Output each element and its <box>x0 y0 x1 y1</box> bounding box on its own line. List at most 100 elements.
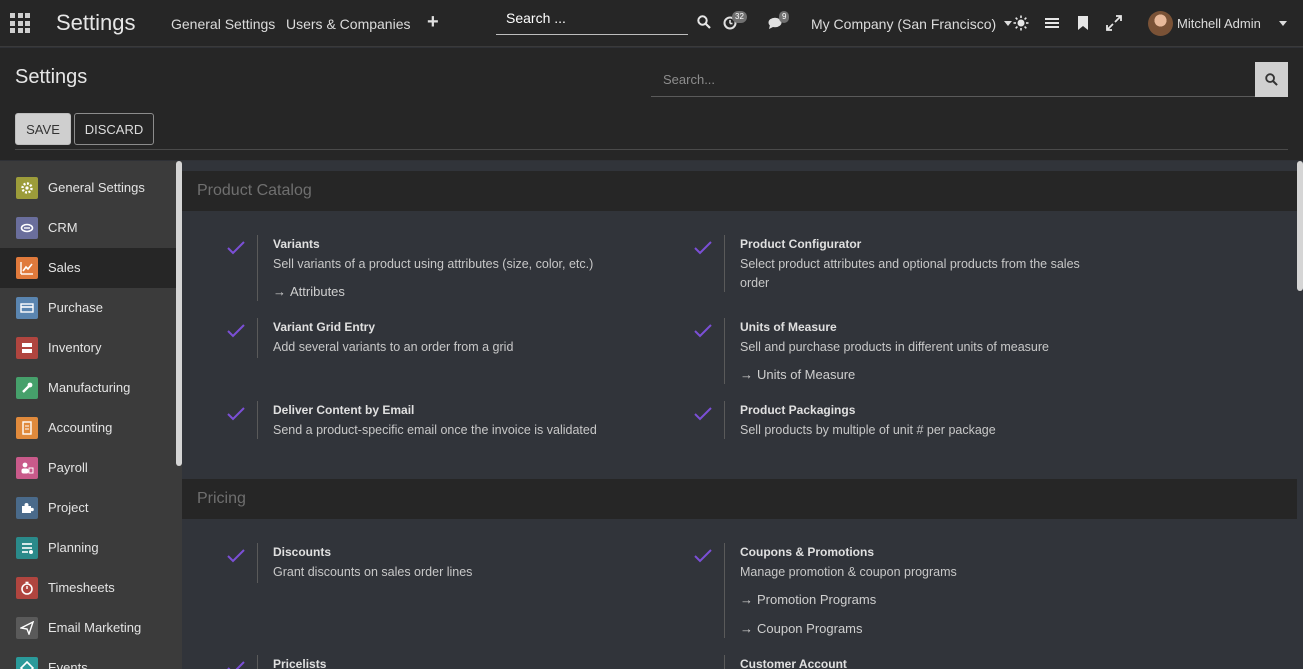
app-brand: Settings <box>56 10 136 35</box>
checkmark-icon[interactable] <box>694 406 712 422</box>
section-header-pricing: Pricing <box>182 479 1297 519</box>
checkmark-icon[interactable] <box>694 240 712 256</box>
settings-search[interactable] <box>651 62 1255 97</box>
user-avatar[interactable] <box>1148 11 1173 36</box>
menu-general-settings[interactable]: General Settings <box>171 16 275 32</box>
checkmark-icon[interactable] <box>694 323 712 339</box>
sidebar-item-general-settings[interactable]: General Settings <box>0 168 176 208</box>
search-icon <box>1265 73 1278 86</box>
card-icon <box>16 297 38 319</box>
setting-customer-account: Customer Account <box>694 655 1124 669</box>
control-panel: Settings SAVE DISCARD <box>0 48 1303 160</box>
sidebar-item-payroll[interactable]: Payroll <box>0 448 176 488</box>
sidebar-item-label: Timesheets <box>48 580 115 595</box>
checkmark-icon[interactable] <box>227 406 245 422</box>
setting-description: Sell and purchase products in different … <box>740 340 1049 354</box>
section-title: Product Catalog <box>197 182 312 199</box>
setting-coupons-promotions: Coupons & Promotions Manage promotion & … <box>694 543 1124 639</box>
sidebar-item-crm[interactable]: CRM <box>0 208 176 248</box>
plus-icon[interactable]: + <box>427 12 439 32</box>
ticket-icon <box>16 657 38 669</box>
divider <box>724 543 725 638</box>
setting-variants: Variants Sell variants of a product usin… <box>227 235 657 303</box>
setting-description: Manage promotion & coupon programs <box>740 565 957 579</box>
divider <box>724 655 725 669</box>
global-search-input[interactable] <box>496 9 688 27</box>
arrow-right-icon: → <box>273 284 286 299</box>
bookmark-icon[interactable] <box>1075 15 1091 31</box>
setting-pricelists: Pricelists <box>227 655 657 669</box>
user-menu-chevron-icon[interactable] <box>1279 21 1287 26</box>
setting-product-packagings: Product Packagings Sell products by mult… <box>694 401 1124 439</box>
sidebar-item-email-marketing[interactable]: Email Marketing <box>0 608 176 648</box>
sun-icon[interactable] <box>1013 15 1029 31</box>
divider <box>724 318 725 384</box>
checkmark-icon[interactable] <box>227 240 245 256</box>
setting-title: Discounts <box>273 545 332 559</box>
setting-title: Customer Account <box>740 657 847 669</box>
arrow-right-icon: → <box>740 592 753 607</box>
company-switcher[interactable]: My Company (San Francisco) <box>811 16 1013 32</box>
sidebar-item-label: General Settings <box>48 180 145 195</box>
user-name[interactable]: Mitchell Admin <box>1177 16 1261 31</box>
messages-button[interactable]: 9 <box>768 11 794 34</box>
checkmark-icon[interactable] <box>227 660 245 669</box>
link-attributes[interactable]: → Attributes <box>273 284 345 299</box>
setting-title: Units of Measure <box>740 320 837 334</box>
link-promotion-programs[interactable]: → Promotion Programs <box>740 592 876 607</box>
settings-search-input[interactable] <box>651 62 1255 96</box>
sidebar-item-sales[interactable]: Sales <box>0 248 176 288</box>
divider <box>257 235 258 301</box>
sidebar-item-project[interactable]: Project <box>0 488 176 528</box>
sidebar-item-inventory[interactable]: Inventory <box>0 328 176 368</box>
discard-button[interactable]: DISCARD <box>74 113 154 145</box>
checkmark-icon[interactable] <box>227 548 245 564</box>
fullscreen-icon[interactable] <box>1106 15 1122 31</box>
link-units-of-measure[interactable]: → Units of Measure <box>740 367 855 382</box>
divider <box>257 655 258 669</box>
checkmark-icon[interactable] <box>227 323 245 339</box>
setting-title: Product Configurator <box>740 237 862 251</box>
content-scrollbar[interactable] <box>1297 161 1303 291</box>
checkmark-icon[interactable] <box>694 548 712 564</box>
chart-icon <box>16 257 38 279</box>
boxes-icon <box>16 337 38 359</box>
paper-plane-icon <box>16 617 38 639</box>
chevron-down-icon <box>1004 21 1013 26</box>
global-search[interactable] <box>496 9 688 35</box>
setting-description: Select product attributes and optional p… <box>740 257 1080 290</box>
save-button[interactable]: SAVE <box>15 113 71 145</box>
top-navbar: Settings General Settings Users & Compan… <box>0 0 1303 47</box>
setting-discounts: Discounts Grant discounts on sales order… <box>227 543 657 583</box>
arrow-right-icon: → <box>740 621 753 636</box>
wrench-icon <box>16 377 38 399</box>
settings-search-button[interactable] <box>1255 62 1288 97</box>
sidebar-item-events[interactable]: Events <box>0 648 176 669</box>
setting-title: Deliver Content by Email <box>273 403 415 417</box>
hamburger-menu-icon[interactable] <box>1044 15 1060 31</box>
activity-button[interactable]: 32 <box>723 11 753 34</box>
sidebar-item-label: Planning <box>48 540 99 555</box>
sidebar-item-manufacturing[interactable]: Manufacturing <box>0 368 176 408</box>
list-icon <box>16 537 38 559</box>
sidebar-item-timesheets[interactable]: Timesheets <box>0 568 176 608</box>
setting-description: Sell variants of a product using attribu… <box>273 257 594 271</box>
sidebar-item-label: Email Marketing <box>48 620 142 635</box>
activity-badge: 32 <box>732 11 747 23</box>
company-name: My Company (San Francisco) <box>811 16 997 32</box>
settings-sidebar: General Settings CRM Sales Purchase Inve… <box>0 161 182 669</box>
sidebar-item-purchase[interactable]: Purchase <box>0 288 176 328</box>
setting-title: Coupons & Promotions <box>740 545 874 559</box>
menu-users-companies[interactable]: Users & Companies <box>286 16 411 32</box>
settings-content: Product Catalog Variants Sell variants o… <box>182 161 1303 669</box>
link-coupon-programs[interactable]: → Coupon Programs <box>740 621 863 636</box>
setting-units-of-measure: Units of Measure Sell and purchase produ… <box>694 318 1124 386</box>
search-icon[interactable] <box>697 15 711 29</box>
sidebar-item-label: Purchase <box>48 300 103 315</box>
arrow-right-icon: → <box>740 367 753 382</box>
sidebar-item-accounting[interactable]: Accounting <box>0 408 176 448</box>
divider <box>257 543 258 583</box>
gear-icon <box>16 177 38 199</box>
sidebar-item-planning[interactable]: Planning <box>0 528 176 568</box>
apps-grid-icon[interactable] <box>10 13 30 33</box>
